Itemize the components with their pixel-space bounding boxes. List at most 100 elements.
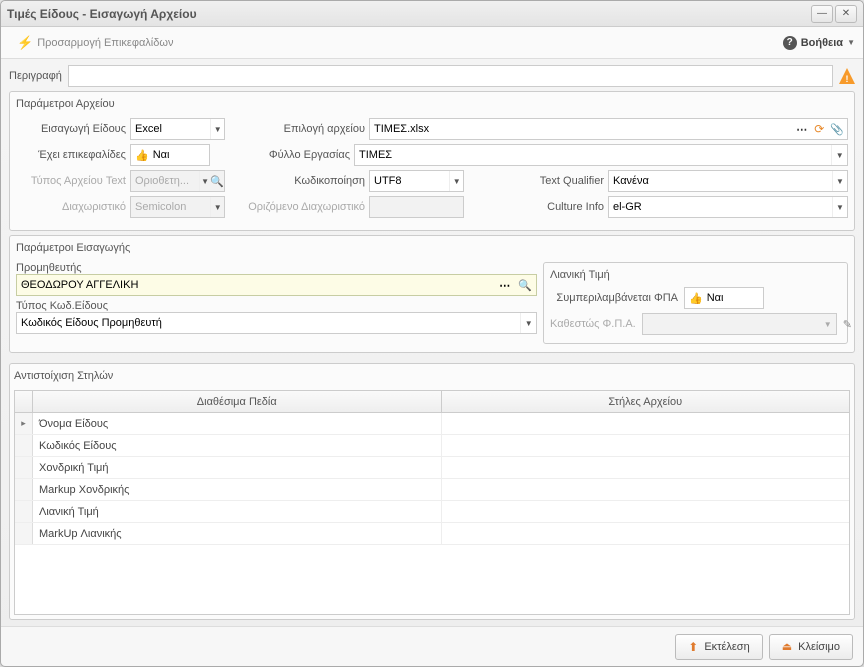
titlebar: Τιμές Είδους - Εισαγωγή Αρχείου — ✕	[1, 1, 863, 27]
search-icon[interactable]: 🔍	[514, 279, 536, 292]
chevron-down-icon: ▼	[199, 171, 211, 191]
thumbs-up-icon: 👍	[135, 149, 149, 162]
import-params-title: Παράμετροι Εισαγωγής	[16, 240, 848, 256]
column-mapping-group: Αντιστοίχιση Στηλών Διαθέσιμα Πεδία Στήλ…	[9, 363, 855, 620]
chevron-down-icon: ▼	[847, 38, 855, 47]
close-button[interactable]: ⏏ Κλείσιμο	[769, 634, 853, 660]
execute-button[interactable]: ⬆ Εκτέλεση	[675, 634, 762, 660]
has-headers-toggle[interactable]: 👍 Ναι	[130, 144, 210, 166]
bolt-icon: ⚡	[17, 35, 33, 51]
table-row[interactable]: Λιανική Τιμή	[15, 501, 849, 523]
cell-available: Όνομα Είδους	[33, 413, 442, 434]
close-window-button[interactable]: ✕	[835, 5, 857, 23]
file-select-input[interactable]: ⋯ ⟳ 📎	[369, 118, 848, 140]
vat-included-value: Ναι	[707, 292, 724, 304]
chevron-down-icon: ▼	[831, 145, 847, 165]
search-icon: 🔍	[210, 175, 224, 188]
worksheet-label: Φύλλο Εργασίας	[220, 149, 350, 161]
has-headers-value: Ναι	[153, 149, 170, 161]
available-fields-header[interactable]: Διαθέσιμα Πεδία	[33, 391, 442, 412]
warning-icon: !	[839, 68, 855, 84]
chevron-down-icon: ▼	[210, 197, 224, 217]
worksheet-select[interactable]: ▼	[354, 144, 848, 166]
upload-icon: ⬆	[688, 640, 698, 654]
cell-available: MarkUp Λιανικής	[33, 523, 442, 544]
edit-icon[interactable]: ✎	[843, 318, 852, 331]
chevron-down-icon: ▼	[832, 197, 847, 217]
chevron-down-icon: ▼	[832, 171, 847, 191]
help-button[interactable]: ? Βοήθεια ▼	[783, 36, 855, 50]
vat-status-select: ▼	[642, 313, 837, 335]
custom-delim-label: Οριζόμενο Διαχωριστικό	[235, 201, 365, 213]
grid-body[interactable]: ▸ Όνομα Είδους Κωδικός Είδους Χονδρική Τ…	[15, 413, 849, 614]
thumbs-up-icon: 👍	[689, 292, 703, 305]
chevron-down-icon: ▼	[520, 313, 536, 333]
execute-label: Εκτέλεση	[704, 641, 749, 653]
chevron-down-icon: ▼	[820, 320, 836, 329]
file-params-title: Παράμετροι Αρχείου	[16, 96, 848, 112]
has-headers-label: Έχει επικεφαλίδες	[16, 149, 126, 161]
cell-available: Χονδρική Τιμή	[33, 457, 442, 478]
minimize-button[interactable]: —	[811, 5, 833, 23]
encoding-label: Κωδικοποίηση	[235, 175, 365, 187]
file-columns-header[interactable]: Στήλες Αρχείου	[442, 391, 850, 412]
footer: ⬆ Εκτέλεση ⏏ Κλείσιμο	[1, 626, 863, 666]
file-select-label: Επιλογή αρχείου	[235, 123, 365, 135]
table-row[interactable]: MarkUp Λιανικής	[15, 523, 849, 545]
cell-available: Λιανική Τιμή	[33, 501, 442, 522]
text-qualifier-select[interactable]: ▼	[608, 170, 848, 192]
delimiter-label: Διαχωριστικό	[16, 201, 126, 213]
vat-included-toggle[interactable]: 👍 Ναι	[684, 287, 764, 309]
import-type-label: Εισαγωγή Είδους	[16, 123, 126, 135]
text-qualifier-label: Text Qualifier	[474, 175, 604, 187]
culture-select[interactable]: ▼	[608, 196, 848, 218]
customize-headers-button: ⚡ Προσαρμογή Επικεφαλίδων	[9, 31, 181, 55]
table-row[interactable]: ▸ Όνομα Είδους	[15, 413, 849, 435]
custom-delim-input	[369, 196, 464, 218]
cell-file	[442, 457, 850, 478]
description-input[interactable]	[68, 65, 833, 87]
encoding-select[interactable]: ▼	[369, 170, 464, 192]
supplier-label: Προμηθευτής	[16, 262, 82, 274]
help-icon: ?	[783, 36, 797, 50]
import-type-select[interactable]: ▼	[130, 118, 225, 140]
row-indicator-icon: ▸	[15, 413, 33, 434]
table-row[interactable]: Markup Χονδρικής	[15, 479, 849, 501]
delimiter-select: ▼	[130, 196, 225, 218]
cell-file	[442, 523, 850, 544]
chevron-down-icon: ▼	[449, 171, 463, 191]
retail-title: Λιανική Τιμή	[550, 267, 841, 283]
vat-status-label: Καθεστώς Φ.Π.Α.	[550, 318, 636, 330]
cell-file	[442, 501, 850, 522]
customize-headers-label: Προσαρμογή Επικεφαλίδων	[37, 37, 173, 49]
code-type-label: Τύπος Κωδ.Είδους	[16, 300, 108, 312]
table-row[interactable]: Χονδρική Τιμή	[15, 457, 849, 479]
culture-label: Culture Info	[474, 201, 604, 213]
browse-button[interactable]: ⋯	[792, 123, 811, 136]
vat-included-label: Συμπεριλαμβάνεται ΦΠΑ	[550, 292, 678, 304]
text-file-type-label: Τύπος Αρχείου Text	[16, 175, 126, 187]
retail-price-group: Λιανική Τιμή Συμπεριλαμβάνεται ΦΠΑ 👍 Ναι…	[543, 262, 848, 344]
mapping-title: Αντιστοίχιση Στηλών	[14, 368, 850, 384]
chevron-down-icon: ▼	[210, 119, 224, 139]
cell-file	[442, 413, 850, 434]
mapping-grid: Διαθέσιμα Πεδία Στήλες Αρχείου ▸ Όνομα Ε…	[14, 390, 850, 615]
cell-available: Κωδικός Είδους	[33, 435, 442, 456]
lookup-button[interactable]: ⋯	[495, 279, 514, 292]
help-label: Βοήθεια	[801, 37, 843, 49]
attachment-icon[interactable]: 📎	[827, 123, 847, 136]
code-type-select[interactable]: ▼	[16, 312, 537, 334]
table-row[interactable]: Κωδικός Είδους	[15, 435, 849, 457]
close-label: Κλείσιμο	[798, 641, 840, 653]
refresh-icon[interactable]: ⟳	[811, 122, 827, 136]
text-file-type-select: ▼ 🔍	[130, 170, 225, 192]
cell-file	[442, 479, 850, 500]
cell-file	[442, 435, 850, 456]
cell-available: Markup Χονδρικής	[33, 479, 442, 500]
file-params-group: Παράμετροι Αρχείου Εισαγωγή Είδους ▼ Επι…	[9, 91, 855, 231]
import-params-group: Παράμετροι Εισαγωγής Προμηθευτής ⋯ 🔍 Τύπ…	[9, 235, 855, 353]
window-title: Τιμές Είδους - Εισαγωγή Αρχείου	[7, 7, 811, 21]
supplier-input[interactable]: ⋯ 🔍	[16, 274, 537, 296]
toolbar: ⚡ Προσαρμογή Επικεφαλίδων ? Βοήθεια ▼	[1, 27, 863, 59]
description-label: Περιγραφή	[9, 70, 62, 82]
